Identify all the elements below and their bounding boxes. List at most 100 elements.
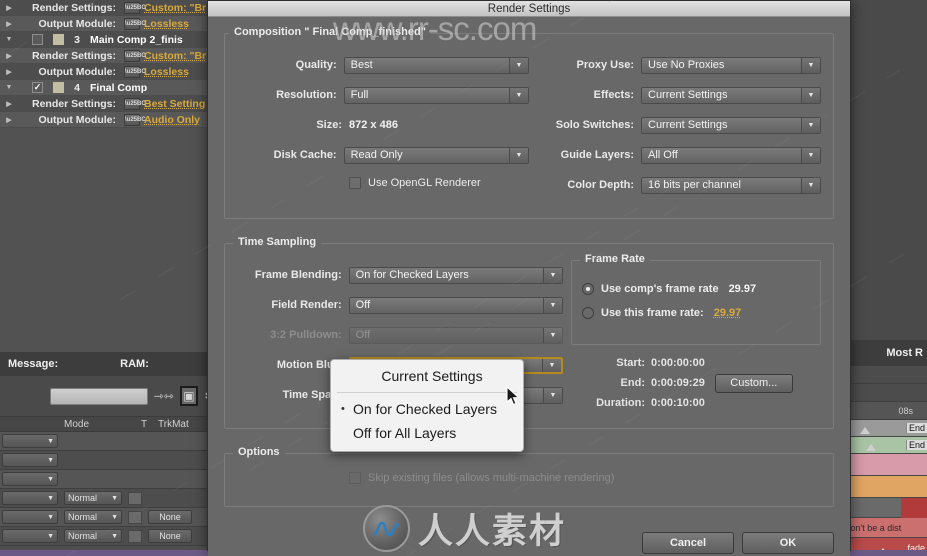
radio-use-this-frame-rate[interactable] — [582, 307, 594, 319]
layer-bar[interactable] — [842, 454, 927, 476]
solo-switches-select[interactable]: Current Settings ▼ — [641, 116, 821, 134]
layer-bar[interactable] — [842, 476, 927, 498]
disclosure-triangle-icon[interactable] — [4, 68, 14, 76]
time-sampling-group: Time Sampling Frame Blending: On for Che… — [224, 236, 834, 429]
t-toggle[interactable] — [128, 491, 142, 505]
field-guide-layers: Guide Layers: All Off ▼ — [529, 140, 821, 170]
chevron-down-icon: ▼ — [543, 327, 562, 343]
color-depth-select[interactable]: 16 bits per channel ▼ — [641, 176, 821, 194]
layer-bar[interactable] — [842, 497, 927, 518]
row-value[interactable]: Custom: "Br — [144, 50, 206, 62]
chevron-down-icon: ▼ — [801, 177, 820, 193]
render-queue-row[interactable]: Render Settings: \u25BC Custom: "Br — [0, 48, 222, 64]
row-dropdown[interactable]: ▼ — [2, 529, 58, 543]
table-row[interactable]: ▼ — [0, 432, 222, 451]
chevron-down-icon[interactable]: \u25BC — [124, 97, 146, 110]
mode-dropdown[interactable]: Normal ▼ — [64, 510, 122, 524]
start-label: Start: — [616, 357, 645, 369]
frame-rate-this-row[interactable]: Use this frame rate: 29.97 — [582, 301, 810, 325]
opengl-row[interactable]: Use OpenGL Renderer — [237, 170, 529, 196]
custom-button[interactable]: Custom... — [714, 373, 793, 393]
search-input[interactable] — [50, 387, 148, 405]
chevron-down-icon: ▼ — [801, 57, 820, 73]
trkmat-dropdown[interactable]: None — [148, 510, 192, 524]
proxy-use-select[interactable]: Use No Proxies ▼ — [641, 56, 821, 74]
row-dropdown[interactable]: ▼ — [2, 434, 58, 448]
table-row[interactable]: ▼ Normal ▼ None — [0, 508, 222, 527]
table-row[interactable]: ▼ — [0, 451, 222, 470]
row-value[interactable]: Lossless — [144, 18, 189, 30]
guide-layers-label: Guide Layers: — [560, 149, 634, 161]
render-queue-row[interactable]: Render Settings: \u25BC Custom: "Br — [0, 0, 222, 16]
row-value[interactable]: Custom: "Br — [144, 2, 206, 14]
frame-rate-group: Frame Rate Use comp's frame rate 29.97 U… — [571, 253, 821, 345]
link-icon[interactable]: ⇾⇿ — [154, 386, 174, 406]
chevron-down-icon[interactable]: \u25BC — [124, 65, 146, 78]
t-toggle[interactable] — [128, 510, 142, 524]
disclosure-triangle-icon[interactable] — [4, 116, 14, 124]
proxy-use-value: Use No Proxies — [648, 59, 725, 71]
table-row[interactable]: ▼ Normal ▼ None — [0, 527, 222, 546]
disclosure-triangle-icon[interactable] — [4, 4, 14, 12]
layer-bar[interactable]: won't be a dist — [842, 518, 927, 538]
frame-rate-comp-row[interactable]: Use comp's frame rate 29.97 — [582, 277, 810, 301]
comp-checkbox[interactable] — [32, 34, 43, 45]
frame-icon[interactable]: ▣ — [179, 386, 199, 406]
chevron-down-icon[interactable]: \u25BC — [124, 17, 146, 30]
resolution-select[interactable]: Full ▼ — [343, 86, 529, 104]
row-dropdown[interactable]: ▼ — [2, 510, 58, 524]
disclosure-triangle-icon[interactable] — [4, 52, 14, 60]
effects-select[interactable]: Current Settings ▼ — [641, 86, 821, 104]
motion-blur-dropdown-menu[interactable]: Current Settings • On for Checked Layers… — [330, 359, 524, 452]
render-queue-row[interactable]: Output Module: \u25BC Lossless — [0, 64, 222, 80]
render-queue-row[interactable]: Render Settings: \u25BC Best Setting — [0, 96, 222, 112]
row-dropdown[interactable]: ▼ — [2, 453, 58, 467]
disclosure-triangle-icon[interactable] — [4, 84, 14, 91]
opengl-checkbox[interactable] — [349, 177, 361, 189]
layer-bar[interactable]: End — [842, 437, 927, 454]
table-row[interactable]: ▼ Normal ▼ — [0, 489, 222, 508]
field-render-select[interactable]: Off ▼ — [348, 296, 563, 314]
disclosure-triangle-icon[interactable] — [4, 36, 14, 43]
menu-item-off-for-all-layers[interactable]: Off for All Layers — [331, 421, 523, 445]
row-dropdown[interactable]: ▼ — [2, 491, 58, 505]
comp-color-swatch — [53, 82, 64, 93]
render-queue-row[interactable]: Output Module: \u25BC Audio Only — [0, 112, 222, 128]
render-queue-comp-row[interactable]: ✓ 4 Final Comp — [0, 80, 222, 96]
table-row[interactable]: ▼ — [0, 470, 222, 489]
row-value[interactable]: Audio Only — [144, 114, 200, 126]
chevron-down-icon: ▼ — [543, 267, 562, 283]
disclosure-triangle-icon[interactable] — [4, 100, 14, 108]
mode-dropdown[interactable]: Normal ▼ — [64, 529, 122, 543]
this-frame-rate-value[interactable]: 29.97 — [714, 307, 742, 319]
comp-checkbox[interactable]: ✓ — [32, 82, 43, 93]
layer-bar[interactable]: End — [842, 420, 927, 437]
row-value[interactable]: Lossless — [144, 66, 189, 78]
ok-button[interactable]: OK — [742, 532, 834, 554]
guide-layers-select[interactable]: All Off ▼ — [641, 146, 821, 164]
chevron-down-icon[interactable]: \u25BC — [124, 113, 146, 126]
keyframe-icon[interactable] — [866, 444, 876, 451]
row-value[interactable]: Best Setting — [144, 98, 205, 110]
panel-spacer — [842, 384, 927, 402]
render-queue-row[interactable]: Output Module: \u25BC Lossless — [0, 16, 222, 32]
chevron-down-icon[interactable]: \u25BC — [124, 49, 146, 62]
row-dropdown[interactable]: ▼ — [2, 472, 58, 486]
radio-use-comp-frame-rate[interactable] — [582, 283, 594, 295]
chevron-down-icon[interactable]: \u25BC — [124, 1, 146, 14]
quality-select[interactable]: Best ▼ — [343, 56, 529, 74]
disclosure-triangle-icon[interactable] — [4, 20, 14, 28]
keyframe-icon[interactable] — [860, 427, 870, 434]
t-toggle[interactable] — [128, 529, 142, 543]
cancel-button[interactable]: Cancel — [642, 532, 734, 554]
quality-value: Best — [350, 59, 373, 71]
render-queue-comp-row[interactable]: 3 Main Comp 2_finis — [0, 32, 222, 48]
menu-item-on-for-checked-layers[interactable]: • On for Checked Layers — [331, 397, 523, 421]
mode-dropdown[interactable]: Normal ▼ — [64, 491, 122, 505]
menu-item-current-settings[interactable]: Current Settings — [331, 364, 523, 388]
frame-blending-select[interactable]: On for Checked Layers ▼ — [348, 266, 563, 284]
disk-cache-select[interactable]: Read Only ▼ — [343, 146, 529, 164]
skip-existing-row: Skip existing files (allows multi-machin… — [237, 468, 821, 488]
mode-value: Normal — [68, 493, 98, 503]
trkmat-dropdown[interactable]: None — [148, 529, 192, 543]
